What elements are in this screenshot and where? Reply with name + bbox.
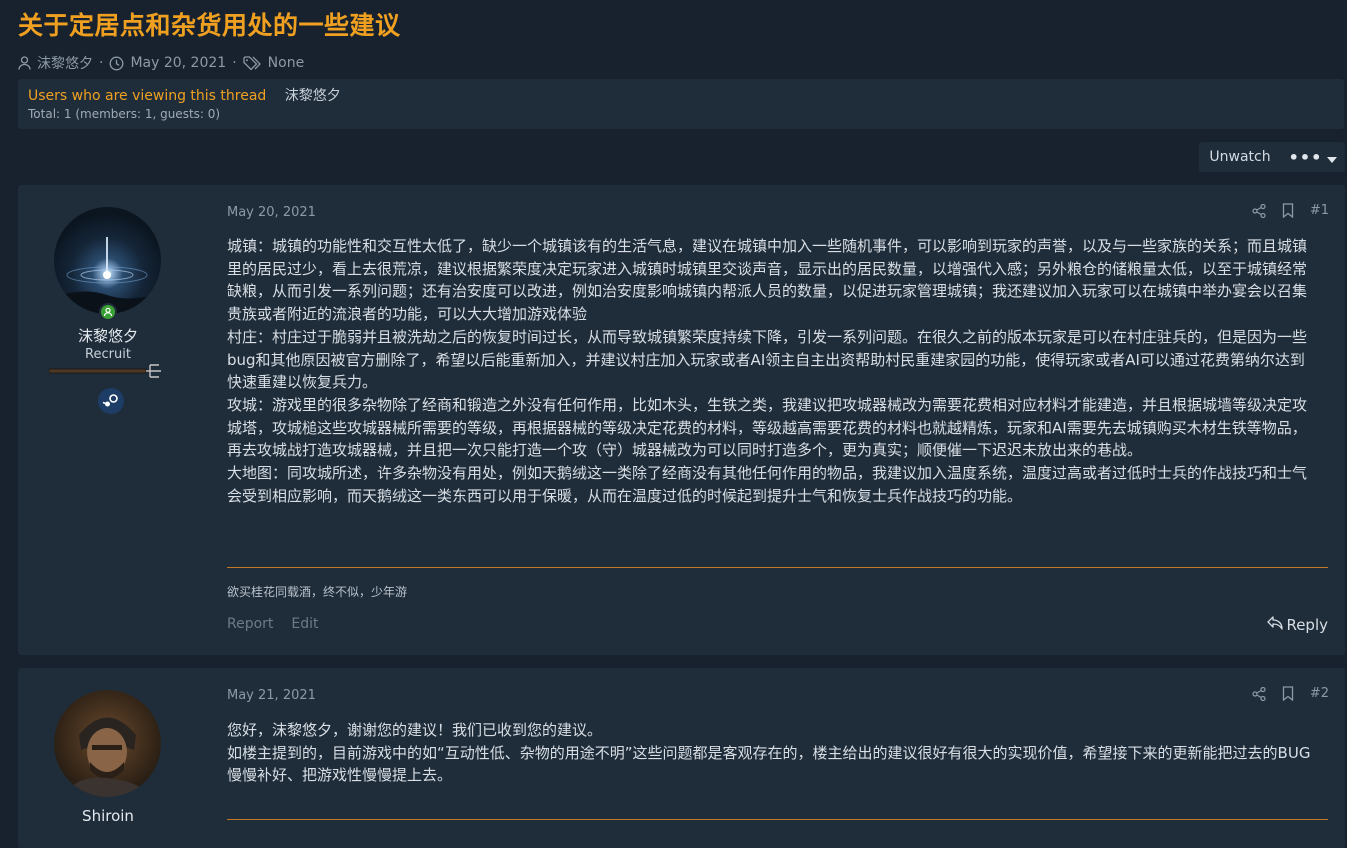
edit-link[interactable]: Edit: [291, 616, 318, 632]
tags-icon: [243, 55, 262, 71]
post-paragraph: 城镇：城镇的功能性和交互性太低了，缺少一个城镇该有的生活气息，建议在城镇中加入一…: [227, 237, 1308, 324]
post-date-link[interactable]: May 20, 2021: [227, 205, 316, 220]
post-username[interactable]: 沫黎悠夕: [18, 325, 198, 346]
viewing-user-link[interactable]: 沫黎悠夕: [285, 88, 341, 104]
post-body: 城镇：城镇的功能性和交互性太低了，缺少一个城镇该有的生活气息，建议在城镇中加入一…: [227, 235, 1319, 507]
post-paragraph: 村庄：村庄过于脆弱并且被洗劫之后的恢复时间过长，从而导致城镇繁荣度持续下降，引发…: [227, 327, 1308, 392]
thread-tags: None: [267, 55, 305, 71]
share-icon[interactable]: [1252, 203, 1266, 218]
post-date-link[interactable]: May 21, 2021: [227, 688, 316, 703]
post-paragraph: 您好，沫黎悠夕，谢谢您的建议！我们已收到您的建议。: [227, 721, 603, 739]
clock-icon: [109, 56, 124, 71]
post-actions: #2: [1252, 686, 1329, 701]
bookmark-icon[interactable]: [1282, 203, 1294, 218]
post-actions: #1: [1252, 203, 1329, 218]
thread-meta: 沫黎悠夕 · May 20, 2021 · None: [18, 53, 304, 73]
post-2: Shiroin May 21, 2021 #2 您好，沫黎悠夕，谢谢您的建议！我…: [18, 668, 1345, 848]
more-dots-icon: •••: [1288, 147, 1323, 167]
post-paragraph: 如楼主提到的，目前游戏中的如“互动性低、杂物的用途不明”这些问题都是客观存在的，…: [227, 743, 1311, 785]
avatar[interactable]: [54, 690, 161, 797]
rank-banner-icon: [48, 363, 164, 383]
reply-button[interactable]: Reply: [1267, 616, 1328, 634]
signature: 欲买桂花同载酒，终不似，少年游: [227, 585, 408, 599]
post-number-link[interactable]: #2: [1310, 686, 1329, 701]
user-title: Recruit: [85, 347, 131, 362]
more-options-button[interactable]: •••: [1281, 148, 1345, 167]
avatar-image: [64, 717, 151, 797]
share-icon[interactable]: [1252, 686, 1266, 701]
post-1: 沫黎悠夕 Recruit May 20, 2021 #1 城镇：城镇的功能性和交…: [18, 185, 1345, 655]
post-paragraph: 攻城：游戏里的很多杂物除了经商和锻造之外没有任何作用，比如木头，生铁之类，我建议…: [227, 395, 1308, 460]
post-number-link[interactable]: #1: [1310, 203, 1329, 218]
post-paragraph: 大地图：同攻城所述，许多杂物没有用处，例如天鹅绒这一类除了经商没有其他任何作用的…: [227, 464, 1308, 505]
report-link[interactable]: Report: [227, 616, 273, 632]
bookmark-icon[interactable]: [1282, 686, 1294, 701]
post-footer-links: Report Edit: [227, 616, 319, 632]
thread-date-link[interactable]: May 20, 2021: [130, 55, 226, 71]
post-body: 您好，沫黎悠夕，谢谢您的建议！我们已收到您的建议。 如楼主提到的，目前游戏中的如…: [227, 719, 1319, 787]
user-icon: [18, 56, 31, 70]
thread-author-link[interactable]: 沫黎悠夕: [37, 53, 93, 73]
viewing-users-block: Users who are viewing this thread 沫黎悠夕 T…: [18, 79, 1344, 129]
reply-icon: [1267, 616, 1284, 634]
signature-divider: [227, 567, 1328, 568]
avatar-image: [54, 237, 161, 314]
signature-divider: [227, 819, 1328, 820]
meta-separator: ·: [232, 55, 237, 71]
viewing-label: Users who are viewing this thread: [28, 88, 267, 104]
online-status-icon: [99, 303, 117, 321]
post-username[interactable]: Shiroin: [18, 807, 198, 825]
reply-label: Reply: [1286, 616, 1328, 634]
thread-toolbar: Unwatch •••: [1199, 142, 1345, 172]
thread-title: 关于定居点和杂货用处的一些建议: [18, 11, 401, 40]
viewing-total: Total: 1 (members: 1, guests: 0): [28, 107, 221, 121]
unwatch-button[interactable]: Unwatch: [1199, 149, 1281, 165]
caret-down-icon: [1327, 148, 1338, 167]
steam-icon[interactable]: [98, 388, 124, 414]
meta-separator: ·: [99, 55, 104, 71]
avatar[interactable]: [54, 207, 161, 314]
